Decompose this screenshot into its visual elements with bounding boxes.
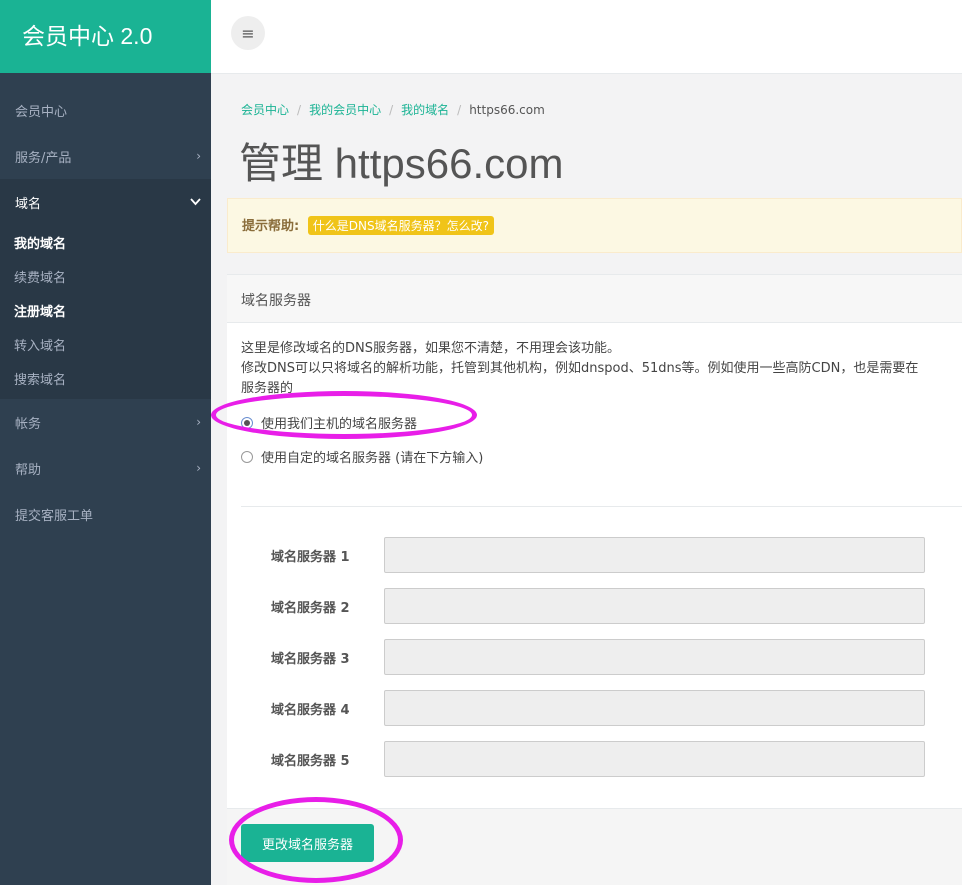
ns-label: 域名服务器 4 [271,702,350,718]
sidebar-item-billing[interactable]: 帐务 › [0,399,211,445]
breadcrumb-link-my-center[interactable]: 我的会员中心 [309,103,381,117]
sidebar-item-label: 域名 [15,196,42,212]
ns-row-2: 域名服务器 2 [271,588,925,624]
sidebar-subitem-transfer-domains[interactable]: 转入域名 [0,327,211,361]
top-bar: ≡ [211,0,962,74]
breadcrumb-separator: / [457,103,462,117]
chevron-right-icon: › [196,461,201,475]
chevron-right-icon: › [196,415,201,429]
sidebar-item-services[interactable]: 服务/产品 › [0,133,211,179]
breadcrumb-current: https66.com [469,103,545,117]
sidebar-item-label: 服务/产品 [15,150,72,166]
ns-row-3: 域名服务器 3 [271,639,925,675]
main-content: 会员中心 / 我的会员中心 / 我的域名 / https66.com 管理 https66.… [211,74,962,885]
sidebar-item-label: 提交客服工单 [15,508,94,524]
nameserver-1-input[interactable] [384,537,925,573]
option-label: 使用自定的域名服务器 (请在下方输入) [261,451,484,466]
ns-row-1: 域名服务器 1 [271,537,925,573]
highlight-ring [211,391,477,439]
radio-button[interactable] [241,450,253,463]
chevron-right-icon: › [196,149,201,163]
sidebar-subitem-search-domains[interactable]: 搜索域名 [0,361,211,395]
sidebar-item-label: 会员中心 [15,104,68,120]
alert-label: 提示帮助: [242,219,300,234]
panel-description: 这里是修改域名的DNS服务器，如果您不清楚，不用理会该功能。 修改DNS可以只将… [227,323,962,399]
sidebar-item-domains[interactable]: 域名 [0,179,211,225]
sidebar-item-submit-ticket[interactable]: 提交客服工单 [0,491,211,537]
sidebar-subitem-register-domains[interactable]: 注册域名 [0,293,211,327]
help-alert: 提示帮助: 什么是DNS域名服务器？怎么改? [227,198,962,253]
sidebar-subitem-renew-domains[interactable]: 续费域名 [0,259,211,293]
nameserver-panel: 域名服务器 这里是修改域名的DNS服务器，如果您不清楚，不用理会该功能。 修改D… [227,274,962,885]
breadcrumb-link-my-domains[interactable]: 我的域名 [401,103,449,117]
ns-row-5: 域名服务器 5 [271,741,925,777]
domain-submenu: 我的域名 续费域名 注册域名 转入域名 搜索域名 [0,225,211,399]
sidebar-item-label: 帮助 [15,462,42,478]
ns-label: 域名服务器 1 [271,549,350,565]
sidebar-subitem-my-domains[interactable]: 我的域名 [0,225,211,259]
highlight-ring [229,797,403,883]
hamburger-menu-icon[interactable]: ≡ [231,16,265,50]
ns-label: 域名服务器 3 [271,651,350,667]
help-badge-link[interactable]: 什么是DNS域名服务器？怎么改? [307,216,494,235]
ns-label: 域名服务器 5 [271,753,350,769]
nameserver-2-input[interactable] [384,588,925,624]
divider [241,506,962,507]
ns-row-4: 域名服务器 4 [271,690,925,726]
sidebar-item-help[interactable]: 帮助 › [0,445,211,491]
sidebar-item-label: 帐务 [15,416,42,432]
ns-label: 域名服务器 2 [271,600,350,616]
sidebar-item-member-center[interactable]: 会员中心 [0,87,211,133]
breadcrumb-link-member-center[interactable]: 会员中心 [241,103,289,117]
nameserver-3-input[interactable] [384,639,925,675]
option-custom-nameservers[interactable]: 使用自定的域名服务器 (请在下方输入) [241,447,483,466]
nameserver-5-input[interactable] [384,741,925,777]
breadcrumb: 会员中心 / 我的会员中心 / 我的域名 / https66.com [241,101,545,118]
panel-title: 域名服务器 [227,275,962,323]
brand-title: 会员中心 2.0 [0,0,211,73]
sidebar: 会员中心 2.0 会员中心 服务/产品 › 域名 我的域名 续费域名 注册域名 … [0,0,211,885]
breadcrumb-separator: / [389,103,394,117]
description-line: 修改DNS可以只将域名的解析功能，托管到其他机构，例如dnspod、51dns等… [241,361,919,376]
description-line: 这里是修改域名的DNS服务器，如果您不清楚，不用理会该功能。 [241,341,620,356]
chevron-down-icon [190,195,201,209]
page-title: 管理 https66.com [239,140,564,187]
breadcrumb-separator: / [297,103,302,117]
nameserver-4-input[interactable] [384,690,925,726]
